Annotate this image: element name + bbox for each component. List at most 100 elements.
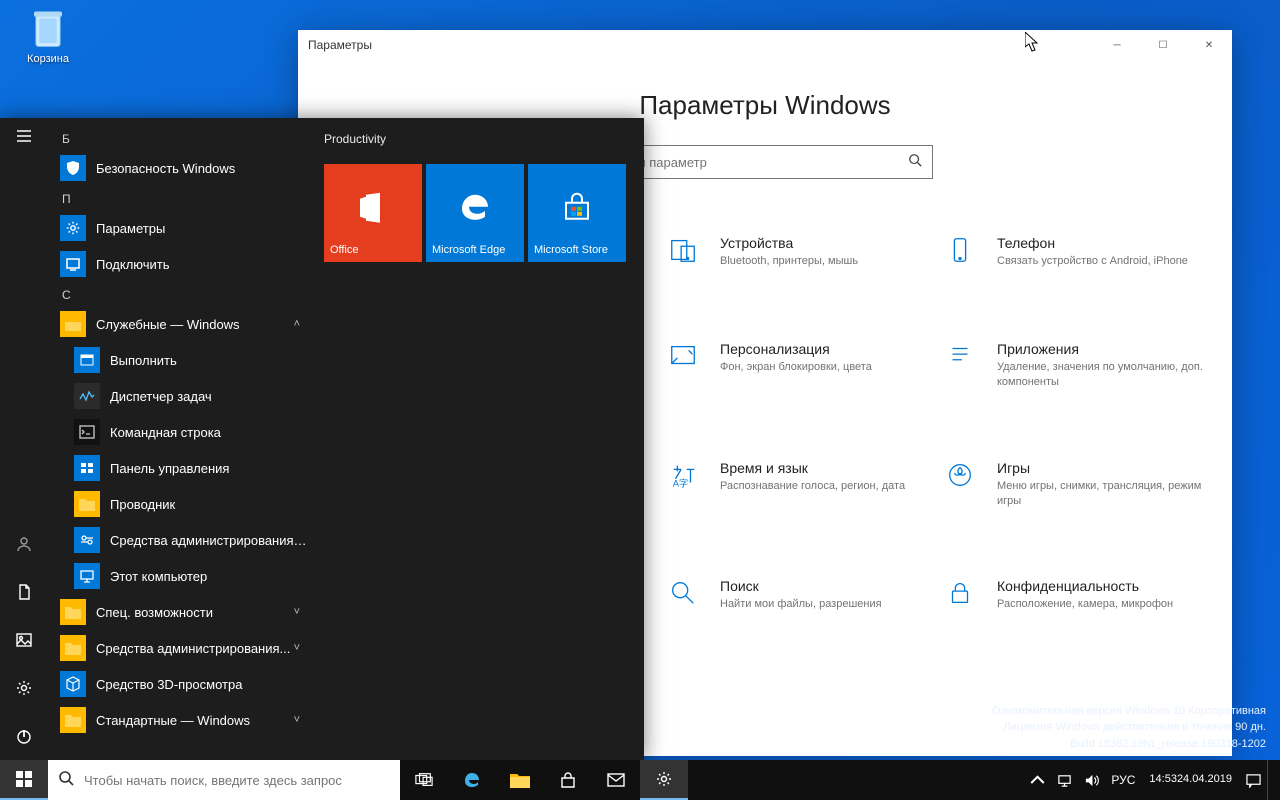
minimize-button[interactable]: ─ (1094, 30, 1140, 60)
settings-heading: Параметры Windows (308, 90, 1222, 121)
tile-edge[interactable]: Microsoft Edge (426, 164, 524, 262)
taskbar: РУС 14:5324.04.2019 (0, 760, 1280, 800)
taskbar-file-explorer[interactable] (496, 760, 544, 800)
tile-group-header[interactable]: Productivity (324, 132, 634, 146)
category-time-language[interactable]: A字 Время и языкРаспознавание голоса, рег… (668, 460, 945, 509)
gear-icon (60, 215, 86, 241)
apps-icon (945, 341, 981, 377)
taskbar-edge[interactable] (448, 760, 496, 800)
tray-language[interactable]: РУС (1105, 760, 1141, 800)
rail-settings-button[interactable] (0, 664, 48, 712)
tray-network-icon[interactable] (1051, 760, 1078, 800)
tray-clock[interactable]: 14:5324.04.2019 (1141, 760, 1240, 800)
edge-icon (458, 191, 492, 228)
chevron-up-icon: ˄ (294, 318, 300, 330)
gaming-icon (945, 460, 981, 496)
rail-expand-button[interactable] (0, 112, 48, 160)
close-button[interactable]: ✕ (1186, 30, 1232, 60)
taskbar-settings[interactable] (640, 760, 688, 800)
tray-action-center-icon[interactable] (1240, 760, 1267, 800)
tile-office[interactable]: Office (324, 164, 422, 262)
app-windows-security[interactable]: Безопасность Windows (48, 150, 310, 186)
start-button[interactable] (0, 760, 48, 800)
tray-volume-icon[interactable] (1078, 760, 1105, 800)
app-windows-accessories-folder[interactable]: Стандартные — Windows ˅ (48, 702, 310, 738)
connect-icon (60, 251, 86, 277)
office-icon (356, 191, 390, 228)
app-control-panel[interactable]: Панель управления (48, 450, 310, 486)
computer-icon (74, 563, 100, 589)
window-title: Параметры (308, 38, 372, 52)
task-view-button[interactable] (400, 760, 448, 800)
control-panel-icon (74, 455, 100, 481)
folder-icon (60, 599, 86, 625)
rail-user-button[interactable] (0, 520, 48, 568)
app-administrative-tools-folder[interactable]: Средства администрирования... ˅ (48, 630, 310, 666)
app-admin-tools[interactable]: Средства администрирования Wi... (48, 522, 310, 558)
app-list[interactable]: Б Безопасность Windows П Параметры Подкл… (48, 118, 310, 760)
rail-power-button[interactable] (0, 712, 48, 760)
category-devices[interactable]: УстройстваBluetooth, принтеры, мышь (668, 235, 945, 271)
app-windows-system-folder[interactable]: Служебные — Windows ˄ (48, 306, 310, 342)
svg-text:A字: A字 (673, 477, 689, 488)
devices-icon (668, 235, 704, 271)
app-this-pc[interactable]: Этот компьютер (48, 558, 310, 594)
time-language-icon: A字 (668, 460, 704, 496)
phone-icon (945, 235, 981, 271)
category-apps[interactable]: ПриложенияУдаление, значения по умолчани… (945, 341, 1222, 390)
recycle-bin-icon (27, 8, 69, 50)
category-phone[interactable]: ТелефонСвязать устройство с Android, iPh… (945, 235, 1222, 271)
rail-pictures-button[interactable] (0, 616, 48, 664)
privacy-icon (945, 578, 981, 614)
search-category-icon (668, 578, 704, 614)
recycle-bin[interactable]: Корзина (18, 8, 78, 65)
settings-search-input[interactable] (609, 155, 908, 170)
category-privacy[interactable]: КонфиденциальностьРасположение, камера, … (945, 578, 1222, 614)
chevron-down-icon: ˅ (294, 642, 300, 654)
folder-icon (60, 707, 86, 733)
recycle-label: Корзина (18, 53, 78, 65)
tray-chevron-up-icon[interactable] (1024, 760, 1051, 800)
taskbar-mail[interactable] (592, 760, 640, 800)
system-tray: РУС 14:5324.04.2019 (1024, 760, 1280, 800)
folder-icon (74, 491, 100, 517)
app-task-manager[interactable]: Диспетчер задач (48, 378, 310, 414)
app-file-explorer[interactable]: Проводник (48, 486, 310, 522)
rail-documents-button[interactable] (0, 568, 48, 616)
start-menu: Б Безопасность Windows П Параметры Подкл… (0, 118, 644, 760)
settings-search[interactable] (598, 145, 933, 179)
app-ease-of-access-folder[interactable]: Спец. возможности ˅ (48, 594, 310, 630)
letter-header-s[interactable]: С (48, 282, 310, 306)
shield-icon (60, 155, 86, 181)
cube-icon (60, 671, 86, 697)
titlebar[interactable]: Параметры ─ ☐ ✕ (298, 30, 1232, 60)
chevron-down-icon: ˅ (294, 606, 300, 618)
taskbar-search-input[interactable] (84, 773, 400, 788)
letter-header-p[interactable]: П (48, 186, 310, 210)
category-personalization[interactable]: ПерсонализацияФон, экран блокировки, цве… (668, 341, 945, 390)
taskbar-search[interactable] (48, 760, 400, 800)
start-tiles: Productivity Office Microsoft Edge Micro… (310, 118, 644, 760)
activation-watermark: Ознакомительная версия Windows 10 Корпор… (992, 703, 1266, 753)
admin-tools-icon (74, 527, 100, 553)
store-icon (560, 191, 594, 228)
app-3d-viewer[interactable]: Средство 3D-просмотра (48, 666, 310, 702)
personalization-icon (668, 341, 704, 377)
maximize-button[interactable]: ☐ (1140, 30, 1186, 60)
category-gaming[interactable]: ИгрыМеню игры, снимки, трансляция, режим… (945, 460, 1222, 509)
app-settings[interactable]: Параметры (48, 210, 310, 246)
category-search[interactable]: ПоискНайти мои файлы, разрешения (668, 578, 945, 614)
start-rail (0, 118, 48, 760)
show-desktop-button[interactable] (1267, 760, 1280, 800)
task-manager-icon (74, 383, 100, 409)
taskbar-store[interactable] (544, 760, 592, 800)
run-icon (74, 347, 100, 373)
app-command-prompt[interactable]: Командная строка (48, 414, 310, 450)
terminal-icon (74, 419, 100, 445)
letter-header-b[interactable]: Б (48, 126, 310, 150)
app-run[interactable]: Выполнить (48, 342, 310, 378)
desktop: Корзина Параметры ─ ☐ ✕ Параметры Window… (0, 0, 1280, 800)
app-connect[interactable]: Подключить (48, 246, 310, 282)
folder-icon (60, 635, 86, 661)
tile-store[interactable]: Microsoft Store (528, 164, 626, 262)
